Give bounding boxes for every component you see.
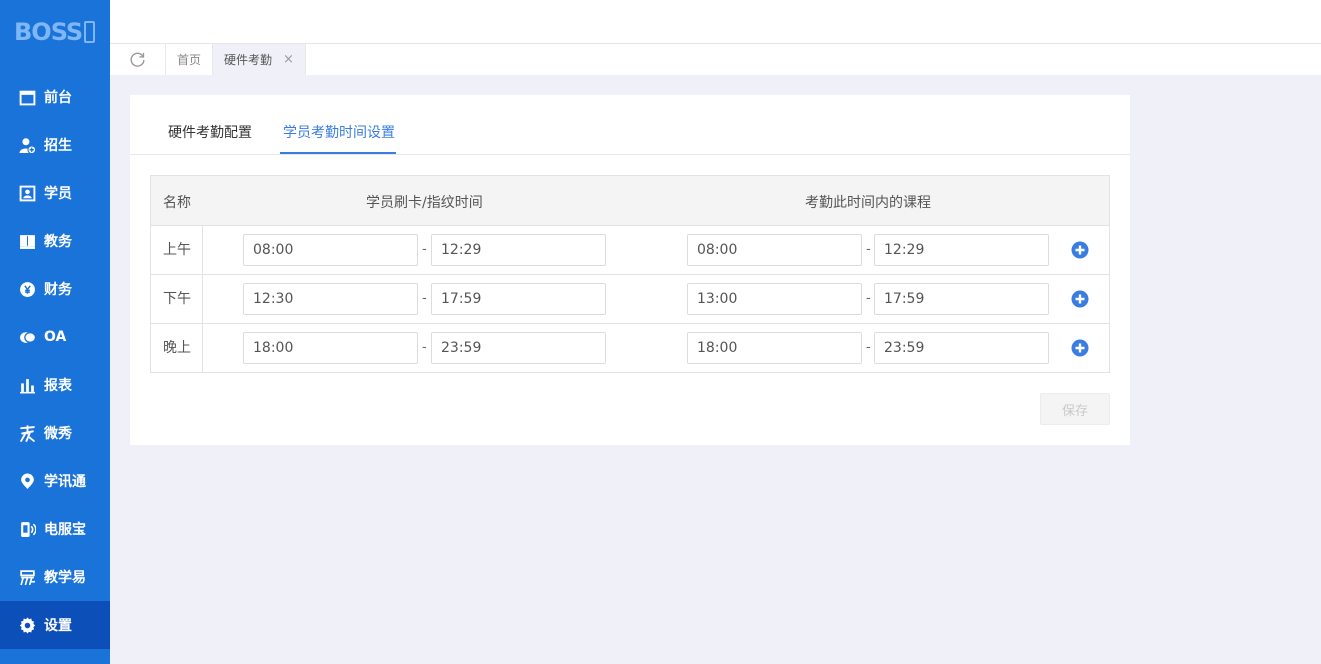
course-start-input[interactable]: 18:00 (687, 332, 862, 364)
phone-icon (19, 521, 36, 538)
course-end-input[interactable]: 17:59 (874, 283, 1049, 315)
sidebar-item-dianfubao[interactable]: 电服宝 (0, 505, 110, 553)
settings-card: 硬件考勤配置 学员考勤时间设置 名称 学员刷卡/指纹时间 考勤此时间内的课程 上… (130, 95, 1130, 445)
sidebar-item-settings[interactable]: 设置 (0, 601, 110, 649)
card-start-input[interactable]: 12:30 (243, 283, 418, 315)
range-separator: - (422, 242, 427, 257)
sidebar: BOSS 前台 招生 学员 教务 财务 OA 报表 微秀 学讯通 电服宝 教学易… (0, 0, 110, 664)
row-name: 下午 (151, 275, 203, 324)
attendance-time-table: 名称 学员刷卡/指纹时间 考勤此时间内的课程 上午 08:00 - 12:29 … (150, 175, 1110, 373)
range-separator: - (422, 340, 427, 355)
sidebar-item-label: 学讯通 (44, 474, 86, 490)
table-row: 下午 12:30 - 17:59 13:00 - 17:59 (151, 275, 1109, 324)
bar-chart-icon (19, 377, 36, 394)
boss-logo[interactable]: BOSS (14, 18, 96, 46)
tab-hardware-attendance[interactable]: 硬件考勤 × (213, 44, 306, 75)
card-end-input[interactable]: 17:59 (431, 283, 606, 315)
location-icon (19, 473, 36, 490)
close-icon[interactable]: × (283, 52, 294, 67)
gear-icon (19, 616, 36, 634)
sidebar-item-enrollment[interactable]: 招生 (0, 121, 110, 169)
chat-icon (19, 329, 36, 346)
sidebar-nav: 前台 招生 学员 教务 财务 OA 报表 微秀 学讯通 电服宝 教学易 设置 (0, 73, 110, 649)
add-circle-icon[interactable] (1071, 241, 1089, 259)
tab-label: 硬件考勤 (224, 53, 273, 67)
course-start-input[interactable]: 08:00 (687, 234, 862, 266)
user-add-icon (19, 137, 36, 154)
sidebar-item-label: 前台 (44, 90, 72, 106)
card-start-input[interactable]: 18:00 (243, 332, 418, 364)
card-end-input[interactable]: 12:29 (431, 234, 606, 266)
refresh-button[interactable] (110, 44, 166, 75)
id-card-icon (19, 185, 36, 202)
calendar-icon (19, 89, 36, 106)
top-header (110, 0, 1321, 44)
sidebar-item-label: 设置 (44, 618, 72, 634)
add-circle-icon[interactable] (1071, 290, 1089, 308)
sidebar-item-label: 招生 (44, 138, 72, 154)
sidebar-item-label: 微秀 (44, 426, 72, 442)
sidebar-item-oa[interactable]: OA (0, 313, 110, 361)
sidebar-item-reports[interactable]: 报表 (0, 361, 110, 409)
refresh-icon (130, 52, 145, 67)
sidebar-item-label: 教务 (44, 234, 72, 250)
header-course-time: 考勤此时间内的课程 (805, 195, 931, 211)
course-end-input[interactable]: 12:29 (874, 234, 1049, 266)
logo-mark-icon (84, 21, 96, 43)
course-start-input[interactable]: 13:00 (687, 283, 862, 315)
active-tab-indicator (280, 152, 396, 154)
sidebar-item-jiaoxueyi[interactable]: 教学易 (0, 553, 110, 601)
logo-text: BOSS (14, 18, 83, 46)
sidebar-item-weixiu[interactable]: 微秀 (0, 409, 110, 457)
tab-label: 首页 (177, 53, 202, 67)
range-separator: - (866, 291, 871, 306)
xiu-icon (19, 424, 36, 442)
range-separator: - (422, 291, 427, 306)
sidebar-item-frontdesk[interactable]: 前台 (0, 73, 110, 121)
sidebar-item-xuexuntong[interactable]: 学讯通 (0, 457, 110, 505)
header-card-time: 学员刷卡/指纹时间 (366, 195, 483, 211)
range-separator: - (866, 340, 871, 355)
row-name: 晚上 (151, 324, 203, 373)
sidebar-item-students[interactable]: 学员 (0, 169, 110, 217)
header-name: 名称 (163, 195, 191, 211)
yen-icon (19, 281, 36, 298)
row-name: 上午 (151, 226, 203, 275)
table-header: 名称 学员刷卡/指纹时间 考勤此时间内的课程 (151, 176, 1109, 226)
sidebar-item-label: 电服宝 (44, 522, 86, 538)
card-end-input[interactable]: 23:59 (431, 332, 606, 364)
sidebar-item-label: OA (44, 329, 67, 345)
page-tab-bar: 首页 硬件考勤 × (110, 44, 1321, 75)
sidebar-item-label: 学员 (44, 186, 72, 202)
teach-icon (19, 569, 36, 586)
save-button[interactable]: 保存 (1040, 393, 1110, 425)
add-circle-icon[interactable] (1071, 339, 1089, 357)
table-row: 晚上 18:00 - 23:59 18:00 - 23:59 (151, 324, 1109, 373)
course-end-input[interactable]: 23:59 (874, 332, 1049, 364)
range-separator: - (866, 242, 871, 257)
sidebar-item-academic[interactable]: 教务 (0, 217, 110, 265)
tab-home[interactable]: 首页 (166, 44, 214, 75)
sidebar-item-label: 教学易 (44, 570, 86, 586)
sidebar-item-finance[interactable]: 财务 (0, 265, 110, 313)
sidebar-item-label: 报表 (44, 378, 72, 394)
table-row: 上午 08:00 - 12:29 08:00 - 12:29 (151, 226, 1109, 275)
book-icon (19, 233, 36, 250)
tab-hardware-config[interactable]: 硬件考勤配置 (168, 122, 252, 142)
inner-tab-bar: 硬件考勤配置 学员考勤时间设置 (130, 95, 1130, 155)
tab-student-attendance-time[interactable]: 学员考勤时间设置 (283, 122, 395, 142)
sidebar-item-label: 财务 (44, 282, 72, 298)
card-start-input[interactable]: 08:00 (243, 234, 418, 266)
